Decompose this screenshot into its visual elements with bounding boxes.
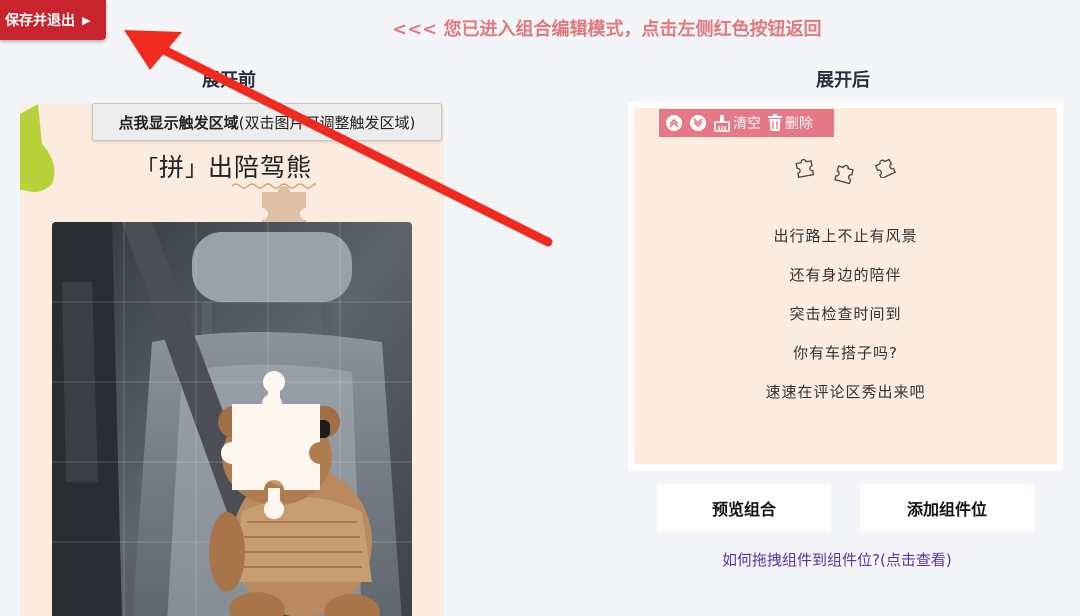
move-up-button[interactable] <box>665 114 683 132</box>
puzzle-icon <box>795 159 815 178</box>
mode-message: <<< 您已进入组合编辑模式，点击左侧红色按钮返回 <box>392 19 822 40</box>
green-decoration <box>20 104 55 192</box>
add-slot-button[interactable]: 添加组件位 <box>860 484 1034 532</box>
editor-root: 保存并退出 ▶ <<< 您已进入组合编辑模式，点击左侧红色按钮返回 展开前 展开… <box>0 0 1080 616</box>
delete-label: 删除 <box>785 116 813 132</box>
before-title: 展开前 <box>202 70 256 91</box>
double-chevron-down-icon <box>690 115 706 131</box>
move-down-button[interactable] <box>689 114 707 132</box>
preview-title: 「拼」出陪驾熊 <box>136 148 336 242</box>
delete-button[interactable]: 删除 <box>767 113 813 133</box>
puzzle-icons-row <box>794 154 904 184</box>
clear-brush-icon <box>714 115 730 132</box>
title-text: 「拼」出陪驾熊 <box>136 153 313 182</box>
teddy-bear-car-photo[interactable] <box>52 222 412 616</box>
component-toolbar: 清空 删除 <box>659 109 834 137</box>
poem-line: 突击检查时间到 <box>789 305 902 323</box>
poem-line: 出行路上不止有风景 <box>773 227 918 245</box>
after-preview-canvas[interactable]: 清空 删除 出行路上不止有风景 还有身边的陪伴 突击检查时间到 你有车搭子吗? … <box>634 108 1057 464</box>
poem-line: 还有身边的陪伴 <box>789 266 902 284</box>
poem-line: 你有车搭子吗? <box>793 344 898 362</box>
trash-icon <box>768 114 782 131</box>
hint-rest: (双击图片可调整触发区域) <box>238 113 416 132</box>
wavy-underline <box>232 183 316 189</box>
clear-button[interactable]: 清空 <box>713 113 761 133</box>
play-triangle-icon: ▶ <box>82 13 91 27</box>
poem-text: 出行路上不止有风景 还有身边的陪伴 突击检查时间到 你有车搭子吗? 速速在评论区… <box>634 226 1057 421</box>
save-and-exit-button[interactable]: 保存并退出 ▶ <box>0 0 106 40</box>
puzzle-icon <box>874 158 896 178</box>
double-chevron-up-icon <box>666 115 682 131</box>
title-rest: 出陪驾熊 <box>208 153 313 182</box>
before-preview-canvas[interactable]: 「拼」出陪驾熊 <box>20 104 444 616</box>
howto-drag-link[interactable]: 如何拖拽组件到组件位?(点击查看) <box>722 549 952 570</box>
after-preview-frame: 清空 删除 出行路上不止有风景 还有身边的陪伴 突击检查时间到 你有车搭子吗? … <box>628 102 1063 470</box>
hint-bold: 点我显示触发区域 <box>118 113 239 132</box>
title-bracket-char: 拼 <box>159 153 186 182</box>
puzzle-icon <box>834 164 854 184</box>
preview-combination-button[interactable]: 预览组合 <box>657 484 831 532</box>
clear-label: 清空 <box>733 116 761 132</box>
show-trigger-area-button[interactable]: 点我显示触发区域 (双击图片可调整触发区域) <box>92 103 442 141</box>
save-exit-label: 保存并退出 <box>5 13 75 29</box>
after-title: 展开后 <box>816 70 870 91</box>
poem-line: 速速在评论区秀出来吧 <box>765 383 926 401</box>
